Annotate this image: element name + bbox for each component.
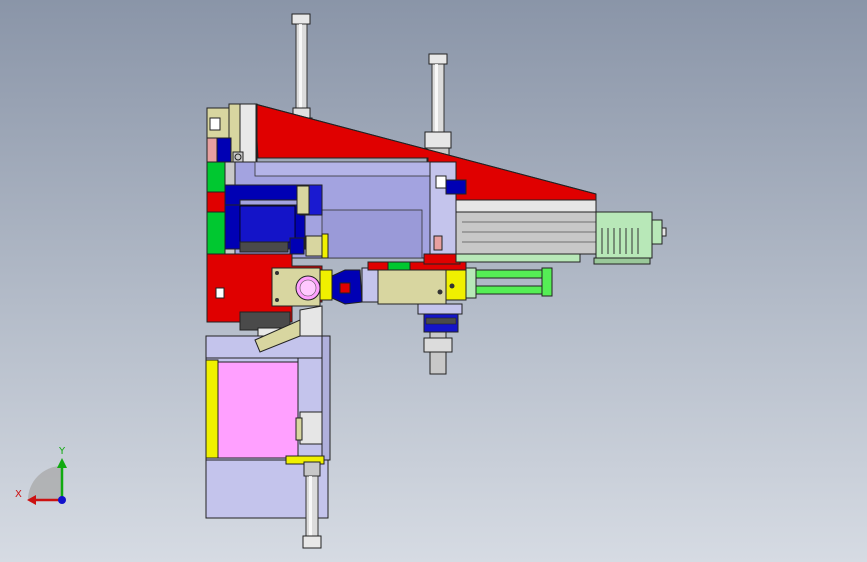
x-axis-label: X: [15, 489, 22, 500]
axis-triad: Y X: [15, 446, 67, 505]
right-slide[interactable]: [367, 261, 467, 305]
triad-plane: [28, 466, 62, 500]
bottom-cylinder[interactable]: [302, 461, 322, 549]
green-cylinders[interactable]: [465, 267, 553, 299]
top-right-cylinder[interactable]: [424, 53, 452, 163]
jaw-connector[interactable]: [319, 267, 379, 305]
z-axis-dot: [58, 496, 66, 504]
y-axis-label: Y: [58, 446, 66, 457]
servo-motor[interactable]: [593, 211, 667, 265]
linear-rail[interactable]: [455, 199, 597, 263]
gripper-left[interactable]: [271, 267, 321, 307]
lower-right-shaft[interactable]: [417, 303, 463, 375]
cad-viewport[interactable]: Y X: [0, 0, 867, 562]
y-axis-arrowhead: [57, 458, 67, 468]
assembly-drawing: Y X: [15, 13, 667, 549]
